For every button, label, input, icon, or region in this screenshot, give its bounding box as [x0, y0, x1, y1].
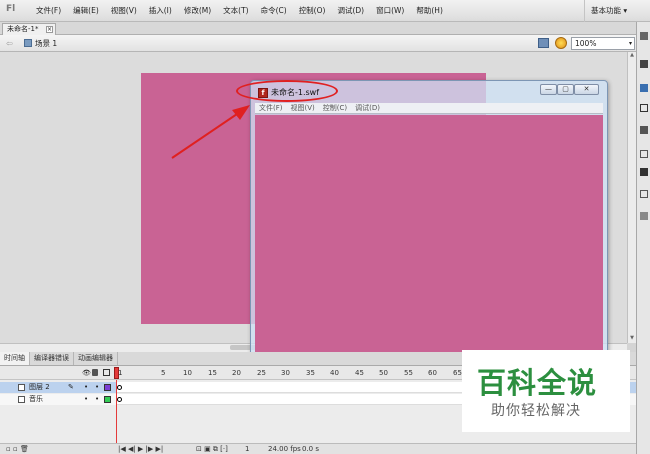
frame-tick: 30: [281, 369, 290, 377]
maximize-button[interactable]: ▢: [557, 84, 574, 95]
layer-buttons[interactable]: ▫ ▫ 🗑: [6, 445, 29, 453]
layer-visibility-toggle[interactable]: •: [84, 382, 88, 393]
frame-tick: 20: [232, 369, 241, 377]
layer-frames[interactable]: [116, 394, 462, 405]
keyframe[interactable]: [117, 397, 122, 402]
document-tab-bar: 未命名-1* ×: [0, 22, 636, 35]
library-icon[interactable]: [640, 84, 648, 92]
layer-outline-color[interactable]: [104, 384, 111, 391]
flash-logo-icon: Fl: [6, 4, 16, 14]
frame-tick: 60: [428, 369, 437, 377]
timeline-controls: ▫ ▫ 🗑 |◀ ◀| ▶ |▶ ▶| ⊡ ▣ ⧉ [·] 1 24.00 fp…: [0, 443, 636, 454]
document-tab-label: 未命名-1*: [7, 25, 39, 33]
layer-name: 音乐: [29, 395, 43, 403]
scene-icon: [24, 39, 32, 47]
menu-insert[interactable]: 插入(I): [143, 0, 178, 22]
transform-icon[interactable]: [640, 150, 648, 158]
edit-scene-icon[interactable]: [555, 37, 567, 49]
vertical-scrollbar[interactable]: ▲ ▼: [627, 52, 636, 343]
color-icon[interactable]: [640, 126, 648, 134]
chevron-down-icon: ▾: [628, 40, 632, 47]
properties-icon[interactable]: [640, 60, 648, 68]
frame-tick: 10: [183, 369, 192, 377]
tab-timeline[interactable]: 时间轴: [0, 352, 30, 365]
frame-tick: 15: [208, 369, 217, 377]
layer-icon: [18, 396, 25, 403]
menu-text[interactable]: 文本(T): [217, 0, 254, 22]
scene-label: 场景 1: [35, 39, 58, 48]
components-icon[interactable]: [640, 168, 648, 176]
menu-bar: Fl 文件(F) 编辑(E) 视图(V) 插入(I) 修改(M) 文本(T) 命…: [0, 0, 650, 22]
keyframe[interactable]: [117, 385, 122, 390]
eye-icon[interactable]: 👁: [82, 369, 91, 377]
playhead-line: [116, 380, 117, 446]
outline-icon[interactable]: [103, 369, 110, 376]
right-tool-panel: [636, 22, 650, 454]
close-icon[interactable]: ×: [46, 26, 53, 33]
frame-tick: 35: [306, 369, 315, 377]
swf-preview-window[interactable]: f 未命名-1.swf — ▢ ✕ 文件(F) 视图(V) 控制(C) 调试(D…: [250, 80, 608, 368]
watermark-subtitle: 助你轻松解决: [491, 403, 581, 419]
zoom-value: 100%: [575, 39, 597, 48]
menu-file[interactable]: 文件(F): [30, 0, 67, 22]
frame-tick: 25: [257, 369, 266, 377]
pencil-icon: ✎: [68, 383, 74, 391]
annotation-ellipse: [236, 80, 338, 102]
playback-controls[interactable]: |◀ ◀| ▶ |▶ ▶|: [118, 445, 163, 453]
frame-rate[interactable]: 24.00 fps: [268, 445, 301, 453]
close-button[interactable]: ✕: [574, 84, 599, 95]
menu-items: 文件(F) 编辑(E) 视图(V) 插入(I) 修改(M) 文本(T) 命令(C…: [30, 0, 449, 22]
back-arrow-icon[interactable]: ⇦: [6, 39, 13, 48]
tab-compiler-errors[interactable]: 编译器错误: [30, 352, 74, 365]
workspace-switcher[interactable]: 基本功能 ▾: [584, 0, 650, 22]
info-icon[interactable]: [640, 212, 648, 220]
swf-content-area[interactable]: [255, 115, 603, 365]
menu-view[interactable]: 视图(V): [105, 0, 143, 22]
frame-tick: 45: [355, 369, 364, 377]
current-frame: 1: [245, 445, 250, 453]
swf-menu-bar: 文件(F) 视图(V) 控制(C) 调试(D): [255, 103, 603, 114]
layer-frames[interactable]: [116, 382, 462, 393]
frame-tick: 50: [379, 369, 388, 377]
swf-menu-control[interactable]: 控制(C): [319, 103, 351, 113]
layer-lock-toggle[interactable]: •: [95, 394, 99, 405]
menu-window[interactable]: 窗口(W): [370, 0, 410, 22]
swf-menu-file[interactable]: 文件(F): [255, 103, 287, 113]
menu-edit[interactable]: 编辑(E): [67, 0, 105, 22]
frame-tick: 65: [453, 369, 462, 377]
layer-visibility-toggle[interactable]: •: [84, 394, 88, 405]
layer-outline-color[interactable]: [104, 396, 111, 403]
menu-commands[interactable]: 命令(C): [255, 0, 293, 22]
lock-icon[interactable]: [92, 369, 98, 376]
layer-icon: [18, 384, 25, 391]
panel-collapse-icon[interactable]: [640, 32, 648, 40]
edit-symbols-icon[interactable]: [538, 38, 549, 48]
playhead[interactable]: [114, 367, 119, 379]
frame-tick: 40: [330, 369, 339, 377]
menu-modify[interactable]: 修改(M): [178, 0, 217, 22]
swf-menu-view[interactable]: 视图(V): [287, 103, 319, 113]
document-tab[interactable]: 未命名-1* ×: [2, 23, 56, 35]
zoom-select[interactable]: 100% ▾: [571, 37, 635, 50]
menu-control[interactable]: 控制(O): [293, 0, 332, 22]
frame-tick: 55: [404, 369, 413, 377]
scroll-down-icon[interactable]: ▼: [628, 335, 636, 343]
swf-menu-debug[interactable]: 调试(D): [351, 103, 384, 113]
align-icon[interactable]: [640, 104, 648, 112]
layer-name: 图层 2: [29, 383, 50, 391]
watermark-title: 百科全说: [477, 366, 598, 400]
motion-presets-icon[interactable]: [640, 190, 648, 198]
scene-bar: ⇦ 场景 1 100% ▾: [0, 35, 636, 52]
menu-debug[interactable]: 调试(D): [331, 0, 370, 22]
menu-help[interactable]: 帮助(H): [410, 0, 449, 22]
tab-motion-editor[interactable]: 动画编辑器: [74, 352, 118, 365]
frame-tick: 5: [161, 369, 166, 377]
layer-lock-toggle[interactable]: •: [95, 382, 99, 393]
elapsed-time: 0.0 s: [302, 445, 320, 453]
minimize-button[interactable]: —: [540, 84, 557, 95]
onion-skin-controls[interactable]: ⊡ ▣ ⧉ [·]: [196, 445, 228, 454]
scroll-up-icon[interactable]: ▲: [628, 52, 636, 60]
